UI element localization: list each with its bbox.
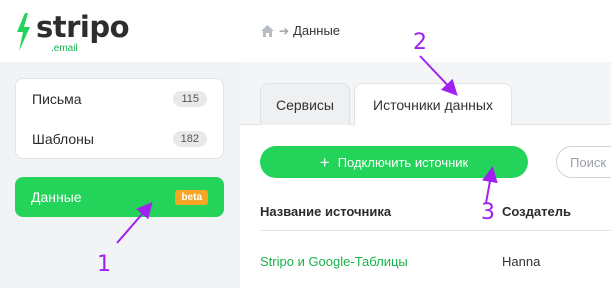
tab-data-sources[interactable]: Источники данных bbox=[354, 83, 512, 126]
column-header-creator[interactable]: Создатель bbox=[502, 204, 571, 219]
beta-badge: beta bbox=[175, 189, 208, 205]
annotation-label-2: 2 bbox=[413, 30, 427, 55]
tab-services[interactable]: Сервисы bbox=[260, 83, 350, 125]
sidebar-item-emails[interactable]: Письма 115 bbox=[16, 79, 223, 119]
connect-source-label: Подключить источник bbox=[337, 154, 469, 170]
sidebar-item-label: Шаблоны bbox=[32, 131, 94, 147]
breadcrumb: ➔ Данные bbox=[260, 23, 340, 38]
main-content: Сервисы Источники данных + Подключить ис… bbox=[240, 62, 611, 288]
logo-bolt-icon bbox=[17, 13, 30, 51]
breadcrumb-current: Данные bbox=[293, 23, 341, 38]
sidebar-item-data[interactable]: Данные beta bbox=[15, 177, 224, 217]
annotation-label-3: 3 bbox=[481, 200, 495, 225]
plus-icon: + bbox=[319, 152, 330, 172]
count-badge: 115 bbox=[173, 91, 207, 107]
logo-wordmark: stripo bbox=[36, 10, 130, 44]
search-placeholder: Поиск bbox=[570, 154, 607, 170]
sidebar-item-label: Письма bbox=[32, 91, 82, 107]
sidebar-menu-card: Письма 115 Шаблоны 182 bbox=[15, 78, 224, 159]
annotation-label-1: 1 bbox=[97, 252, 111, 277]
count-badge: 182 bbox=[172, 131, 207, 147]
sidebar: Письма 115 Шаблоны 182 Данные beta bbox=[0, 62, 240, 288]
tabs-bar: Сервисы Источники данных bbox=[240, 62, 611, 126]
logo-subtext: .email bbox=[51, 43, 78, 54]
app-header: stripo .email ➔ Данные bbox=[0, 0, 611, 62]
column-header-source-name[interactable]: Название источника bbox=[260, 204, 391, 219]
sidebar-item-label: Данные bbox=[31, 189, 82, 205]
home-icon[interactable] bbox=[260, 24, 275, 38]
source-name-link[interactable]: Stripo и Google-Таблицы bbox=[260, 254, 408, 269]
table-divider bbox=[260, 230, 611, 231]
breadcrumb-separator: ➔ bbox=[279, 23, 290, 38]
connect-source-button[interactable]: + Подключить источник bbox=[260, 146, 528, 178]
search-input[interactable]: Поиск bbox=[556, 146, 611, 178]
sidebar-item-templates[interactable]: Шаблоны 182 bbox=[16, 119, 223, 159]
stripo-logo[interactable]: stripo .email bbox=[14, 10, 130, 56]
source-creator: Hanna bbox=[502, 254, 541, 269]
